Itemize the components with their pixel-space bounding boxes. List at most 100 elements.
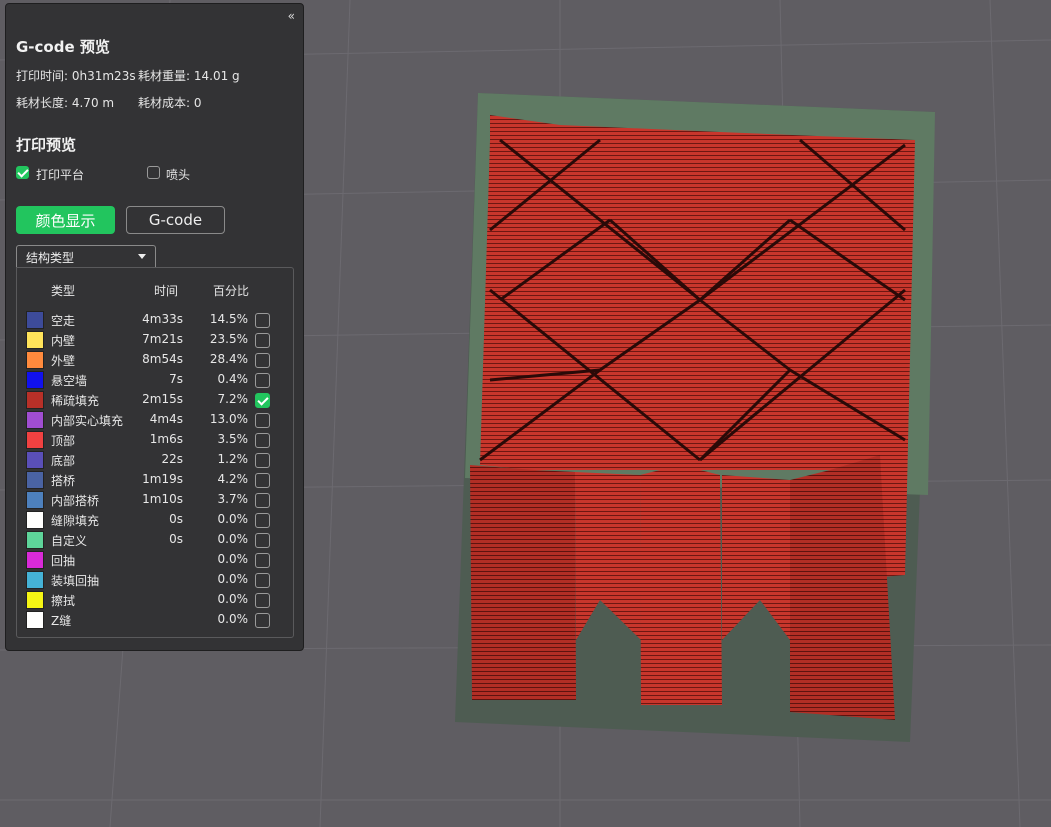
color-swatch (26, 471, 44, 489)
legend-row-percent: 3.5% (217, 432, 249, 446)
color-swatch (26, 491, 44, 509)
legend-row-time: 0s (169, 512, 183, 526)
legend-row-time: 1m19s (142, 472, 183, 486)
legend-row-percent: 28.4% (209, 352, 248, 366)
legend-row-checkbox[interactable] (255, 473, 270, 488)
legend-row-checkbox[interactable] (255, 493, 270, 508)
legend-row: Z缝 0.0% (17, 610, 293, 630)
legend-row-name: 顶部 (51, 434, 76, 448)
legend-row-name: 空走 (51, 314, 76, 328)
color-display-button[interactable]: 颜色显示 (16, 206, 115, 234)
structure-type-dropdown[interactable]: 结构类型 (16, 245, 156, 267)
color-swatch (26, 451, 44, 469)
legend-row: 回抽 0.0% (17, 550, 293, 570)
legend-row-percent: 0.0% (217, 532, 249, 546)
legend-row-checkbox[interactable] (255, 593, 270, 608)
bed-checkbox[interactable] (16, 166, 29, 179)
color-swatch (26, 431, 44, 449)
legend-row-time: 1m6s (149, 432, 183, 446)
legend-row-time: 1m10s (142, 492, 183, 506)
color-swatch (26, 411, 44, 429)
legend-row: 稀疏填充 2m15s 7.2% (17, 390, 293, 410)
nozzle-checkbox-label: 喷头 (166, 168, 191, 182)
color-swatch (26, 531, 44, 549)
legend-row-name: 内部实心填充 (51, 414, 124, 428)
legend-row-name: 底部 (51, 454, 76, 468)
color-swatch (26, 551, 44, 569)
printed-model (470, 115, 915, 720)
legend-row-percent: 0.0% (217, 512, 249, 526)
legend-row-checkbox[interactable] (255, 353, 270, 368)
legend-row: 擦拭 0.0% (17, 590, 293, 610)
legend-row-percent: 4.2% (217, 472, 249, 486)
legend-row: 自定义 0s 0.0% (17, 530, 293, 550)
legend-row: 缝隙填充 0s 0.0% (17, 510, 293, 530)
legend-row-checkbox[interactable] (255, 553, 270, 568)
legend-row: 底部 22s 1.2% (17, 450, 293, 470)
legend-row-name: 回抽 (51, 554, 76, 568)
legend-row-name: 内壁 (51, 334, 76, 348)
legend-row: 内部搭桥 1m10s 3.7% (17, 490, 293, 510)
legend-row: 悬空墙 7s 0.4% (17, 370, 293, 390)
legend-row-name: 擦拭 (51, 594, 76, 608)
color-swatch (26, 591, 44, 609)
legend-row-checkbox[interactable] (255, 613, 270, 628)
legend-row-time: 7s (169, 372, 183, 386)
legend-row: 搭桥 1m19s 4.2% (17, 470, 293, 490)
legend-row-percent: 0.0% (217, 572, 249, 586)
nozzle-checkbox[interactable] (147, 166, 160, 179)
legend-row-name: 稀疏填充 (51, 394, 100, 408)
legend-row-name: 缝隙填充 (51, 514, 100, 528)
legend-row: 内壁 7m21s 23.5% (17, 330, 293, 350)
legend-row-time: 7m21s (142, 332, 183, 346)
filament-weight: 耗材重量: 14.01 g (138, 69, 240, 83)
legend-row-percent: 0.4% (217, 372, 249, 386)
legend-row-percent: 7.2% (217, 392, 249, 406)
legend-row: 空走 4m33s 14.5% (17, 310, 293, 330)
legend-row-percent: 0.0% (217, 552, 249, 566)
legend-row-name: 悬空墙 (51, 374, 88, 388)
legend-row-percent: 13.0% (209, 412, 248, 426)
legend-row: 外壁 8m54s 28.4% (17, 350, 293, 370)
legend-row-time: 2m15s (142, 392, 183, 406)
legend-row-name: 内部搭桥 (51, 494, 100, 508)
legend-row: 顶部 1m6s 3.5% (17, 430, 293, 450)
legend-row-checkbox[interactable] (255, 333, 270, 348)
header-type: 类型 (51, 284, 76, 298)
color-swatch (26, 511, 44, 529)
legend-row-checkbox[interactable] (255, 513, 270, 528)
legend-row-checkbox[interactable] (255, 413, 270, 428)
legend-row-checkbox[interactable] (255, 313, 270, 328)
legend-table: 类型 时间 百分比 空走 4m33s 14.5% 内壁 7m21s 23.5% 外壁 8m54… (16, 267, 294, 638)
legend-row-name: 搭桥 (51, 474, 76, 488)
collapse-panel-icon[interactable]: « (288, 9, 295, 23)
color-swatch (26, 371, 44, 389)
legend-row-checkbox[interactable] (255, 433, 270, 448)
legend-row-time: 22s (161, 452, 183, 466)
legend-row-name: 自定义 (51, 534, 88, 548)
color-swatch (26, 571, 44, 589)
legend-row-time: 4m4s (149, 412, 183, 426)
header-percent: 百分比 (213, 284, 250, 298)
legend-row-percent: 1.2% (217, 452, 249, 466)
legend-row-checkbox[interactable] (255, 453, 270, 468)
legend-row-percent: 0.0% (217, 592, 249, 606)
filament-cost: 耗材成本: 0 (138, 96, 202, 110)
legend-row-checkbox[interactable] (255, 573, 270, 588)
legend-row-name: 外壁 (51, 354, 76, 368)
legend-row-checkbox[interactable] (255, 533, 270, 548)
header-time: 时间 (154, 284, 179, 298)
gcode-button[interactable]: G-code (126, 206, 225, 234)
panel-title: G-code 预览 (16, 38, 110, 56)
legend-row-name: Z缝 (51, 614, 72, 628)
dropdown-value: 结构类型 (26, 251, 75, 265)
legend-row: 内部实心填充 4m4s 13.0% (17, 410, 293, 430)
legend-row-percent: 23.5% (209, 332, 248, 346)
gcode-preview-panel: « G-code 预览 打印时间: 0h31m23s 耗材重量: 14.01 g… (5, 3, 304, 651)
color-swatch (26, 331, 44, 349)
color-swatch (26, 351, 44, 369)
legend-row-checkbox[interactable] (255, 393, 270, 408)
legend-row-percent: 3.7% (217, 492, 249, 506)
legend-row: 装填回抽 0.0% (17, 570, 293, 590)
legend-row-checkbox[interactable] (255, 373, 270, 388)
